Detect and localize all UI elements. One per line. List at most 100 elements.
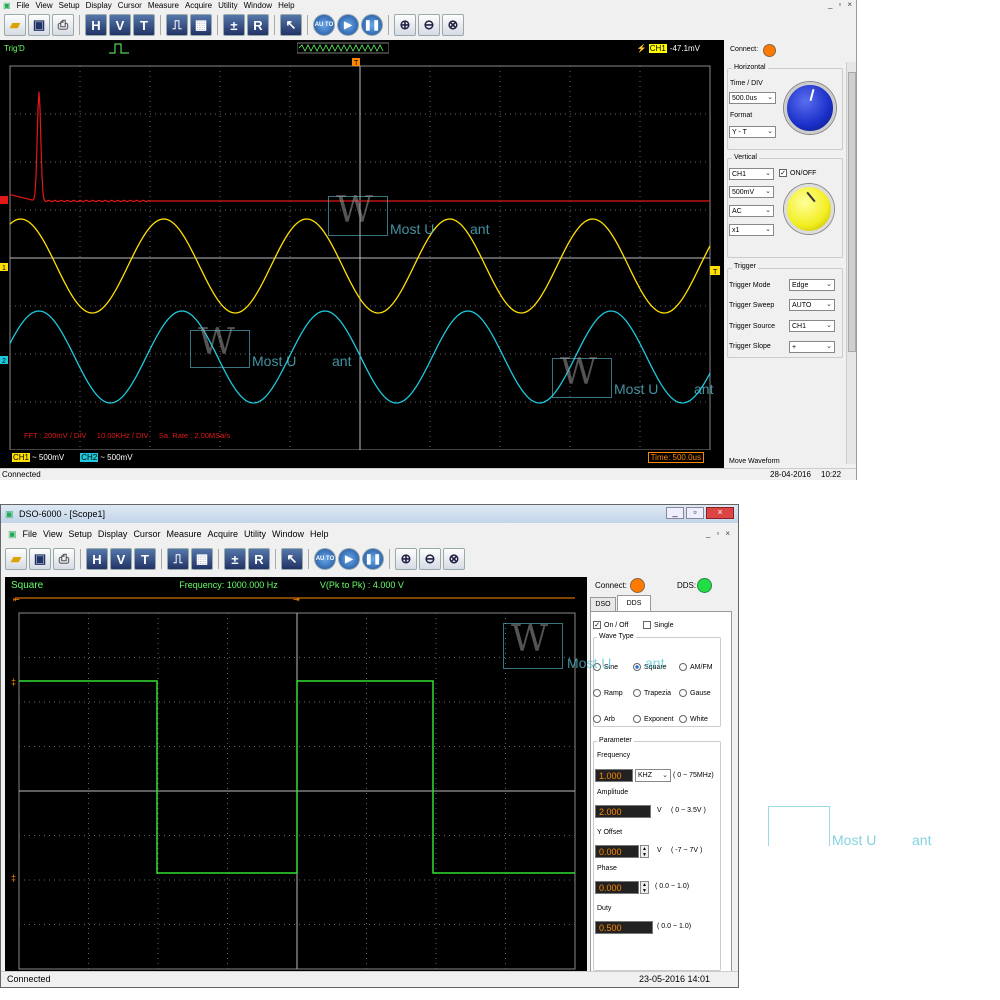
menu-display[interactable]: Display xyxy=(95,529,131,539)
record-button[interactable]: R xyxy=(247,14,269,36)
print-button[interactable]: ⎙ xyxy=(52,14,74,36)
math-button[interactable]: ⎍ xyxy=(167,548,189,570)
menu-display[interactable]: Display xyxy=(83,1,115,10)
wave-type-exponent[interactable]: Exponent xyxy=(633,715,674,723)
menu-help[interactable]: Help xyxy=(307,529,332,539)
trigger-slope-select[interactable]: + xyxy=(789,341,835,353)
onoff-checkbox[interactable]: ✓ ON/OFF xyxy=(779,169,816,177)
duty-input[interactable]: 0.500 xyxy=(595,921,653,934)
mdi-minimize-button[interactable]: _ xyxy=(706,529,710,538)
volts-div-select[interactable]: 500mV xyxy=(729,186,774,198)
mdi-restore-button[interactable]: ▫ xyxy=(716,529,719,538)
wave-type-arb[interactable]: Arb xyxy=(593,715,615,723)
wave-type-trapezia[interactable]: Trapezia xyxy=(633,689,671,697)
record-button[interactable]: R xyxy=(248,548,270,570)
exit-button[interactable]: ⊗ xyxy=(443,548,465,570)
menu-view[interactable]: View xyxy=(32,1,55,10)
menu-measure[interactable]: Measure xyxy=(163,529,204,539)
horizontal-button[interactable]: H xyxy=(86,548,108,570)
phase-spinner[interactable]: ▲ ▼ xyxy=(640,881,649,894)
trigger-source-select[interactable]: CH1 xyxy=(789,320,835,332)
tab-dso[interactable]: DSO xyxy=(590,597,616,611)
menu-cursor[interactable]: Cursor xyxy=(130,529,163,539)
menu-window[interactable]: Window xyxy=(269,529,307,539)
frequency-unit-select[interactable]: KHZ xyxy=(635,769,671,782)
measure-button[interactable]: ± xyxy=(224,548,246,570)
onoff-checkbox[interactable]: ✓ On / Off xyxy=(593,621,628,629)
trigger-button[interactable]: T xyxy=(133,14,155,36)
stop-button[interactable]: ❚❚ xyxy=(362,548,384,570)
menu-help[interactable]: Help xyxy=(275,1,297,10)
offset-spinner[interactable]: ▲ ▼ xyxy=(640,845,649,858)
minimize-button[interactable]: _ xyxy=(828,0,832,9)
menu-utility[interactable]: Utility xyxy=(241,529,269,539)
zoom-out-button[interactable]: ⊖ xyxy=(418,14,440,36)
scope-display-1[interactable]: T 1 2 T FFT : 200mV / DIV 10.00KHz / DIV… xyxy=(0,56,724,468)
minimize-button[interactable]: _ xyxy=(666,507,684,519)
frequency-input[interactable]: 1.000 xyxy=(595,769,633,782)
wave-type-gause[interactable]: Gause xyxy=(679,689,711,697)
stop-button[interactable]: ❚❚ xyxy=(361,14,383,36)
vertical-button[interactable]: V xyxy=(109,14,131,36)
dds-display[interactable]: ⇤ ⇥ ‡ ‡ xyxy=(5,593,587,977)
phase-input[interactable]: 0.000 xyxy=(595,881,639,894)
panel-scrollbar[interactable] xyxy=(846,62,856,464)
fft-marker[interactable] xyxy=(0,196,8,204)
amplitude-input[interactable]: 2.000 xyxy=(595,805,651,818)
menu-cursor[interactable]: Cursor xyxy=(115,1,145,10)
menu-file[interactable]: File xyxy=(20,529,41,539)
ref-button[interactable]: ▦ xyxy=(191,548,213,570)
offset-input[interactable]: 0.000 xyxy=(595,845,639,858)
menu-view[interactable]: View xyxy=(40,529,65,539)
menu-file[interactable]: File xyxy=(14,1,33,10)
math-button[interactable]: ⎍ xyxy=(166,14,188,36)
probe-select[interactable]: x1 xyxy=(729,224,774,236)
mdi-close-button[interactable]: × xyxy=(725,529,730,538)
coupling-select[interactable]: AC xyxy=(729,205,774,217)
menu-acquire[interactable]: Acquire xyxy=(182,1,215,10)
save-button[interactable]: ▣ xyxy=(29,548,51,570)
trigger-mode-select[interactable]: Edge xyxy=(789,279,835,291)
close-button[interactable]: × xyxy=(847,0,852,9)
format-select[interactable]: Y - T xyxy=(729,126,776,138)
ref-button[interactable]: ▦ xyxy=(190,14,212,36)
volts-knob[interactable] xyxy=(784,184,834,234)
trigger-sweep-select[interactable]: AUTO xyxy=(789,299,835,311)
zoom-in-button[interactable]: ⊕ xyxy=(394,14,416,36)
cursor-button[interactable]: ↖ xyxy=(280,14,302,36)
run-button[interactable]: ▶ xyxy=(337,14,359,36)
exit-button[interactable]: ⊗ xyxy=(442,14,464,36)
vertical-button[interactable]: V xyxy=(110,548,132,570)
open-button[interactable]: ▰ xyxy=(5,548,27,570)
auto-button[interactable]: AU TO xyxy=(313,14,335,36)
menu-window[interactable]: Window xyxy=(241,1,275,10)
open-button[interactable]: ▰ xyxy=(4,14,26,36)
cursor-button[interactable]: ↖ xyxy=(281,548,303,570)
trigger-button[interactable]: T xyxy=(134,548,156,570)
tab-dds[interactable]: DDS xyxy=(617,595,651,611)
wave-type-ramp[interactable]: Ramp xyxy=(593,689,623,697)
save-button[interactable]: ▣ xyxy=(28,14,50,36)
measure-button[interactable]: ± xyxy=(223,14,245,36)
time-div-select[interactable]: 500.0us xyxy=(729,92,776,104)
ch2-tag[interactable]: CH2 xyxy=(80,452,99,462)
menu-setup[interactable]: Setup xyxy=(65,529,95,539)
auto-button[interactable]: AU TO xyxy=(314,548,336,570)
maximize-button[interactable]: ▫ xyxy=(686,507,704,519)
menu-acquire[interactable]: Acquire xyxy=(204,529,241,539)
timebase-knob[interactable] xyxy=(784,82,836,134)
run-button[interactable]: ▶ xyxy=(338,548,360,570)
menu-utility[interactable]: Utility xyxy=(215,1,241,10)
zoom-out-button[interactable]: ⊖ xyxy=(419,548,441,570)
menu-measure[interactable]: Measure xyxy=(145,1,182,10)
menu-setup[interactable]: Setup xyxy=(56,1,83,10)
wave-type-amfm[interactable]: AM/FM xyxy=(679,663,713,671)
channel-select[interactable]: CH1 xyxy=(729,168,774,180)
print-button[interactable]: ⎙ xyxy=(53,548,75,570)
zoom-in-button[interactable]: ⊕ xyxy=(395,548,417,570)
restore-button[interactable]: ▫ xyxy=(838,0,841,9)
horizontal-button[interactable]: H xyxy=(85,14,107,36)
scrollbar-thumb[interactable] xyxy=(848,72,856,352)
ch1-tag[interactable]: CH1 xyxy=(12,452,31,462)
wave-type-white[interactable]: White xyxy=(679,715,708,723)
